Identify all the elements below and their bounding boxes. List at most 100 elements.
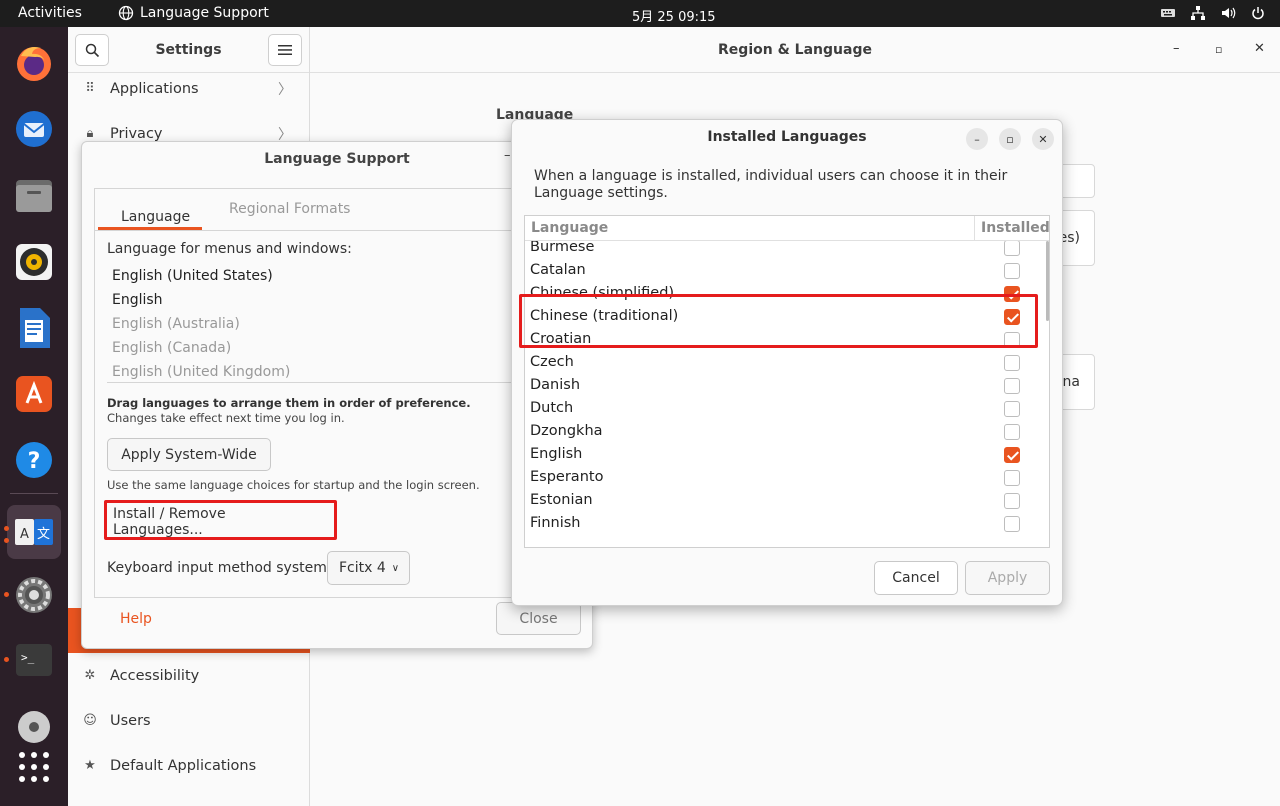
language-row[interactable]: Finnish bbox=[525, 512, 1049, 535]
installed-checkbox[interactable] bbox=[1004, 401, 1020, 417]
volume-icon[interactable] bbox=[1220, 5, 1236, 21]
files-icon[interactable] bbox=[12, 174, 56, 218]
dock-separator bbox=[10, 493, 58, 494]
language-row[interactable]: Dutch bbox=[525, 397, 1049, 420]
sidebar-item-applications[interactable]: ⠿ Applications 〉 bbox=[68, 66, 310, 111]
globe-icon bbox=[118, 5, 134, 21]
tab-divider bbox=[95, 230, 583, 231]
installed-checkbox[interactable] bbox=[1004, 263, 1020, 279]
menu-button[interactable] bbox=[268, 34, 302, 66]
terminal-icon[interactable]: >_ bbox=[12, 638, 56, 682]
sidebar-item-default-applications[interactable]: ★ Default Applications bbox=[68, 743, 310, 788]
description: When a language is installed, individual… bbox=[534, 168, 1008, 201]
dropdown-value: Fcitx 4 bbox=[339, 560, 386, 576]
running-indicator bbox=[4, 526, 9, 531]
apply-button[interactable]: Apply bbox=[965, 561, 1050, 595]
language-support-icon[interactable]: A文 bbox=[7, 505, 61, 559]
close-icon[interactable]: ✕ bbox=[1254, 41, 1265, 56]
network-icon[interactable] bbox=[1190, 5, 1206, 21]
language-name: Dutch bbox=[530, 400, 574, 416]
language-row[interactable]: Czech bbox=[525, 351, 1049, 374]
minimize-icon[interactable]: – bbox=[504, 148, 511, 163]
menus-label: Language for menus and windows: bbox=[107, 241, 352, 257]
scrollbar[interactable] bbox=[1046, 241, 1049, 321]
disc-icon[interactable] bbox=[12, 702, 56, 746]
app-menu-label: Language Support bbox=[140, 5, 269, 21]
close-icon[interactable]: ✕ bbox=[1032, 128, 1054, 150]
language-item[interactable]: English (United States) bbox=[112, 268, 273, 284]
sidebar-item-label: Users bbox=[110, 712, 151, 729]
keyboard-input-label: Keyboard input method system: bbox=[107, 560, 332, 576]
apply-system-wide-button[interactable]: Apply System-Wide bbox=[107, 438, 271, 471]
page-title: Region & Language bbox=[718, 42, 872, 58]
firefox-icon[interactable] bbox=[12, 41, 56, 85]
sidebar-item-accessibility[interactable]: ✲ Accessibility bbox=[68, 653, 310, 698]
settings-icon[interactable] bbox=[12, 573, 56, 617]
language-name: Danish bbox=[530, 377, 581, 393]
column-installed[interactable]: Installed bbox=[974, 216, 1049, 241]
system-tray[interactable] bbox=[1160, 5, 1266, 21]
installed-checkbox[interactable] bbox=[1004, 240, 1020, 256]
language-row[interactable]: Dzongkha bbox=[525, 420, 1049, 443]
running-indicator bbox=[4, 538, 9, 543]
minimize-icon[interactable]: – bbox=[1173, 41, 1180, 56]
languages-list[interactable]: Language Installed BulgarianBurmeseCatal… bbox=[524, 215, 1050, 548]
minimize-icon[interactable]: – bbox=[966, 128, 988, 150]
svg-text:>_: >_ bbox=[21, 651, 35, 664]
cancel-button[interactable]: Cancel bbox=[874, 561, 958, 595]
help-icon[interactable]: ? bbox=[12, 438, 56, 482]
main-header: Region & Language – ▫ ✕ bbox=[310, 27, 1280, 73]
libreoffice-writer-icon[interactable] bbox=[12, 306, 56, 350]
thunderbird-icon[interactable] bbox=[12, 107, 56, 151]
rhythmbox-icon[interactable] bbox=[12, 240, 56, 284]
running-indicator bbox=[4, 592, 9, 597]
star-icon: ★ bbox=[84, 758, 96, 773]
installed-checkbox[interactable] bbox=[1004, 447, 1020, 463]
clock[interactable]: 5月 25 09:15 bbox=[632, 6, 716, 25]
app-center-icon[interactable] bbox=[12, 372, 56, 416]
chevron-right-icon: 〉 bbox=[278, 81, 292, 98]
column-language[interactable]: Language bbox=[531, 220, 608, 236]
lock-icon: 🔒︎ bbox=[86, 126, 94, 141]
installed-checkbox[interactable] bbox=[1004, 355, 1020, 371]
keyboard-input-dropdown[interactable]: Fcitx 4 ∨ bbox=[327, 551, 410, 585]
close-button[interactable]: Close bbox=[496, 602, 581, 635]
installed-checkbox[interactable] bbox=[1004, 516, 1020, 532]
language-row[interactable]: Danish bbox=[525, 374, 1049, 397]
tab-language[interactable]: Language bbox=[98, 197, 202, 230]
help-button[interactable]: Help bbox=[120, 611, 152, 627]
drag-hint-bold: Drag languages to arrange them in order … bbox=[107, 396, 471, 410]
language-name: Dzongkha bbox=[530, 423, 603, 439]
power-icon[interactable] bbox=[1250, 5, 1266, 21]
language-row[interactable]: Estonian bbox=[525, 489, 1049, 512]
language-row[interactable]: Catalan bbox=[525, 259, 1049, 282]
language-row[interactable]: English bbox=[525, 443, 1049, 466]
keyboard-icon[interactable] bbox=[1160, 5, 1176, 21]
language-item[interactable]: English (United Kingdom) bbox=[112, 364, 290, 380]
installed-checkbox[interactable] bbox=[1004, 378, 1020, 394]
installed-checkbox[interactable] bbox=[1004, 493, 1020, 509]
language-item[interactable]: English (Canada) bbox=[112, 340, 231, 356]
svg-text:A: A bbox=[20, 527, 29, 542]
language-name: Esperanto bbox=[530, 469, 604, 485]
sidebar-item-users[interactable]: ☺ Users bbox=[68, 698, 310, 743]
language-item[interactable]: English (Australia) bbox=[112, 316, 240, 332]
language-row[interactable]: Esperanto bbox=[525, 466, 1049, 489]
language-item[interactable]: English bbox=[112, 292, 163, 308]
svg-text:?: ? bbox=[28, 449, 41, 474]
activities-button[interactable]: Activities bbox=[18, 5, 82, 21]
sidebar-item-label: Applications bbox=[110, 80, 199, 97]
installed-checkbox[interactable] bbox=[1004, 470, 1020, 486]
svg-text:文: 文 bbox=[37, 527, 50, 542]
highlight-box bbox=[104, 500, 337, 540]
maximize-icon[interactable]: ▫ bbox=[999, 128, 1021, 150]
maximize-icon[interactable]: ▫ bbox=[1215, 43, 1222, 56]
show-apps-icon[interactable] bbox=[12, 745, 56, 789]
app-menu[interactable]: Language Support bbox=[118, 5, 269, 21]
language-name: Estonian bbox=[530, 492, 593, 508]
language-name: Catalan bbox=[530, 262, 586, 278]
top-bar: Activities Language Support 5月 25 09:15 bbox=[0, 0, 1280, 27]
sidebar-item-label: Accessibility bbox=[110, 667, 200, 684]
installed-checkbox[interactable] bbox=[1004, 424, 1020, 440]
tab-regional-formats[interactable]: Regional Formats bbox=[229, 201, 350, 217]
